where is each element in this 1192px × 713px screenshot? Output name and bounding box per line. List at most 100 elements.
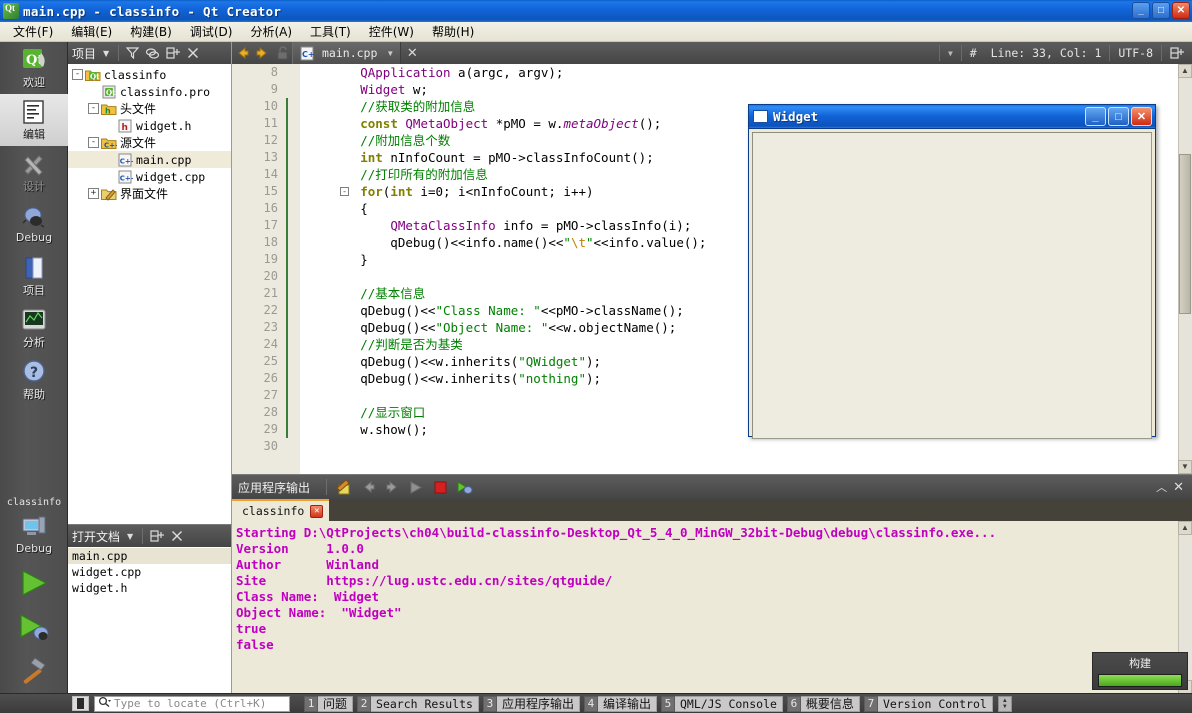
divider — [142, 528, 144, 544]
mode-welcome[interactable]: Qt 欢迎 — [0, 42, 68, 94]
filter-icon[interactable] — [124, 45, 141, 61]
menu-analyze[interactable]: 分析(A) — [241, 21, 301, 42]
split-add-icon[interactable] — [1161, 45, 1192, 61]
code-line[interactable] — [300, 438, 1192, 455]
tree-item-classinfo.pro[interactable]: Qt classinfo.pro — [68, 83, 231, 100]
tree-item-widget.h[interactable]: h widget.h — [68, 117, 231, 134]
code-line[interactable]: Widget w; — [300, 81, 1192, 98]
prev-arrow-icon[interactable] — [357, 477, 379, 497]
output-pane-button-4[interactable]: 4 编译输出 — [583, 695, 657, 712]
mode-debug[interactable]: Debug — [0, 198, 68, 250]
updown-spinner-icon[interactable]: ▲ ▼ — [997, 695, 1012, 712]
editor-scrollbar[interactable]: ▲ ▼ — [1178, 64, 1192, 474]
build-progress-widget[interactable]: 构建 — [1092, 652, 1188, 690]
scroll-up-icon[interactable]: ▲ — [1178, 64, 1192, 78]
start-debugging-button[interactable] — [0, 605, 68, 649]
line-col-indicator[interactable]: # Line: 33, Col: 1 — [960, 45, 1110, 61]
tree-item-[interactable]: - h 头文件 — [68, 100, 231, 117]
open-documents-list[interactable]: main.cpp widget.cpp widget.h — [68, 547, 231, 596]
tree-item-main.cpp[interactable]: C++main.cpp — [68, 151, 231, 168]
menu-window[interactable]: 控件(W) — [360, 21, 423, 42]
mode-projects[interactable]: 项目 — [0, 250, 68, 302]
menu-help[interactable]: 帮助(H) — [423, 21, 483, 42]
output-text-area[interactable]: Starting D:\QtProjects\ch04\build-classi… — [232, 521, 1192, 694]
qt-logo-icon — [3, 3, 19, 19]
document-list-item[interactable]: main.cpp — [68, 548, 231, 564]
arrow-forward-icon[interactable] — [252, 42, 272, 64]
project-tree[interactable]: - Qt classinfo Qt classinfo.pro - h 头文件 h wid… — [68, 64, 231, 524]
menu-file[interactable]: 文件(F) — [4, 21, 62, 42]
run-button[interactable] — [0, 561, 68, 605]
document-list-item[interactable]: widget.cpp — [68, 564, 231, 580]
close-icon[interactable] — [168, 528, 185, 544]
widget-application-window[interactable]: Widget _ □ ✕ — [748, 104, 1156, 439]
mode-help[interactable]: ? 帮助 — [0, 354, 68, 406]
mode-edit[interactable]: 编辑 — [0, 94, 68, 146]
arrow-back-icon[interactable] — [232, 42, 252, 64]
split-add-icon[interactable] — [164, 45, 181, 61]
chevron-down-icon[interactable]: ▼ — [382, 49, 398, 58]
output-pane-button-7[interactable]: 7 Version Control — [863, 695, 993, 712]
expand-toggle-icon[interactable]: + — [88, 188, 99, 199]
chevron-down-icon[interactable]: ▼ — [99, 49, 113, 58]
output-tab-classinfo[interactable]: classinfo ✕ — [232, 499, 330, 521]
widget-close-button[interactable]: ✕ — [1131, 107, 1152, 126]
close-button[interactable]: ✕ — [1172, 2, 1190, 19]
next-arrow-icon[interactable] — [381, 477, 403, 497]
output-pane-button-2[interactable]: 2 Search Results — [357, 695, 479, 712]
pane-label: 编译输出 — [597, 695, 657, 712]
tree-item-[interactable]: + 界面文件 — [68, 185, 231, 202]
mode-design[interactable]: 设计 — [0, 146, 68, 198]
clear-pencil-icon[interactable] — [333, 477, 355, 497]
output-line: Object Name: "Widget" — [236, 605, 402, 620]
kit-selector[interactable]: Debug — [0, 509, 68, 561]
build-button[interactable] — [0, 649, 68, 693]
output-pane-button-1[interactable]: 1 问题 — [304, 695, 354, 712]
menu-edit[interactable]: 编辑(E) — [62, 21, 121, 42]
rerun-debug-icon[interactable] — [453, 477, 475, 497]
maximize-button[interactable]: □ — [1152, 2, 1170, 19]
tree-item-[interactable]: - C++源文件 — [68, 134, 231, 151]
chevron-down-icon[interactable]: ▼ — [938, 45, 961, 61]
svg-text:h: h — [105, 106, 111, 115]
tree-item-widget.cpp[interactable]: C++widget.cpp — [68, 168, 231, 185]
desktop-computer-icon — [22, 516, 46, 535]
split-add-icon[interactable] — [148, 528, 165, 544]
collapse-toggle-icon[interactable]: - — [72, 69, 83, 80]
output-pane-button-3[interactable]: 3 应用程序输出 — [482, 695, 580, 712]
link-sync-icon[interactable] — [144, 45, 161, 61]
scroll-down-icon[interactable]: ▼ — [1178, 460, 1192, 474]
close-editor-icon[interactable]: ✕ — [401, 45, 423, 61]
code-line[interactable]: QApplication a(argc, argv); — [300, 64, 1192, 81]
output-pane-button-5[interactable]: 5 QML/JS Console — [660, 695, 783, 712]
tree-item-label: widget.cpp — [136, 169, 206, 184]
widget-maximize-button[interactable]: □ — [1108, 107, 1129, 126]
sidebar-toggle-icon[interactable] — [72, 696, 89, 711]
run-arrow-icon[interactable] — [405, 477, 427, 497]
collapse-toggle-icon[interactable]: - — [88, 137, 99, 148]
chevron-up-icon[interactable]: ︿ — [1156, 479, 1167, 495]
locator-input[interactable]: Type to locate (Ctrl+K) — [94, 695, 290, 712]
editor-file-selector[interactable]: C++ main.cpp ▼ — [292, 42, 402, 64]
editor-scroll-thumb[interactable] — [1179, 154, 1191, 314]
stop-square-icon[interactable] — [429, 477, 451, 497]
output-pane-button-6[interactable]: 6 概要信息 — [786, 695, 860, 712]
collapse-toggle-icon[interactable]: - — [88, 103, 99, 114]
menu-build[interactable]: 构建(B) — [121, 21, 181, 42]
question-mark-icon: ? — [23, 359, 45, 382]
tree-item-classinfo[interactable]: - Qt classinfo — [68, 66, 231, 83]
mode-analyze[interactable]: 分析 — [0, 302, 68, 354]
encoding-label[interactable]: UTF-8 — [1109, 45, 1161, 61]
widget-minimize-button[interactable]: _ — [1085, 107, 1106, 126]
menu-debug[interactable]: 调试(D) — [181, 21, 242, 42]
chevron-down-icon[interactable]: ▼ — [123, 532, 137, 541]
unlocked-padlock-icon[interactable] — [272, 42, 292, 64]
scroll-up-icon[interactable]: ▲ — [1178, 521, 1192, 535]
menu-tools[interactable]: 工具(T) — [301, 21, 360, 42]
close-icon[interactable]: ✕ — [1173, 479, 1184, 495]
document-list-item[interactable]: widget.h — [68, 580, 231, 596]
close-icon[interactable]: ✕ — [310, 504, 324, 518]
close-icon[interactable] — [184, 45, 201, 61]
minimize-button[interactable]: _ — [1132, 2, 1150, 19]
pane-shortcut-number: 5 — [660, 695, 675, 712]
